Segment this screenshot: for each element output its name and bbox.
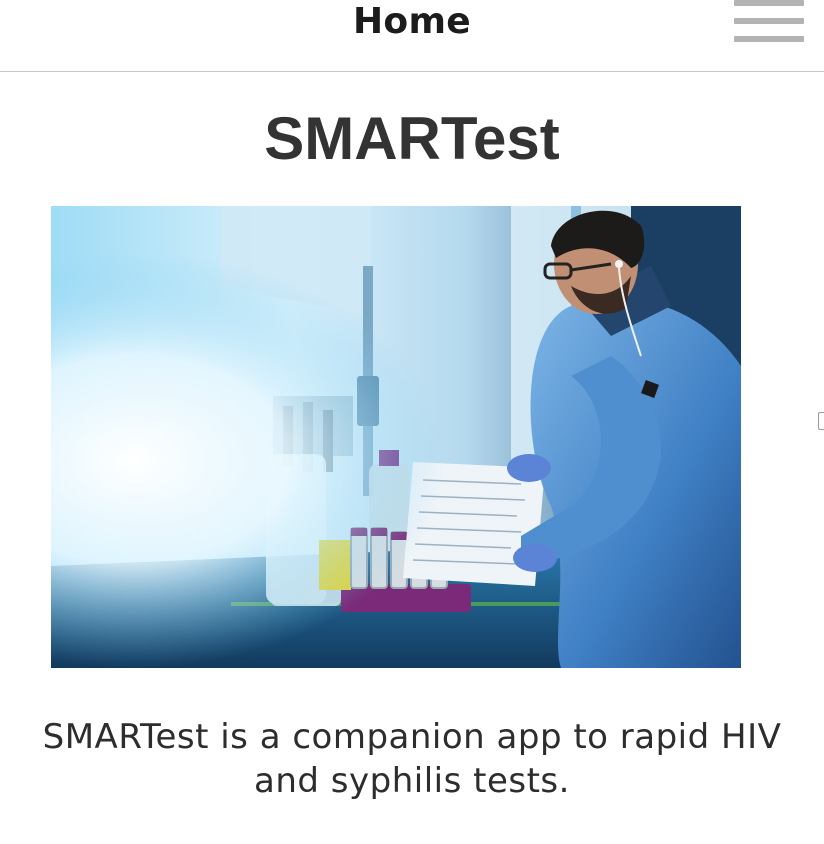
app-screen: Home SMARTest SMARTest is a companion ap… (0, 0, 824, 844)
app-name-heading: SMARTest (264, 105, 560, 172)
app-description: SMARTest is a companion app to rapid HIV… (42, 717, 782, 801)
page-edge-indicator (818, 412, 824, 430)
top-nav-bar: Home (0, 0, 824, 72)
menu-button[interactable] (728, 0, 808, 50)
hero-image (51, 206, 741, 668)
page-title: Home (353, 1, 471, 42)
